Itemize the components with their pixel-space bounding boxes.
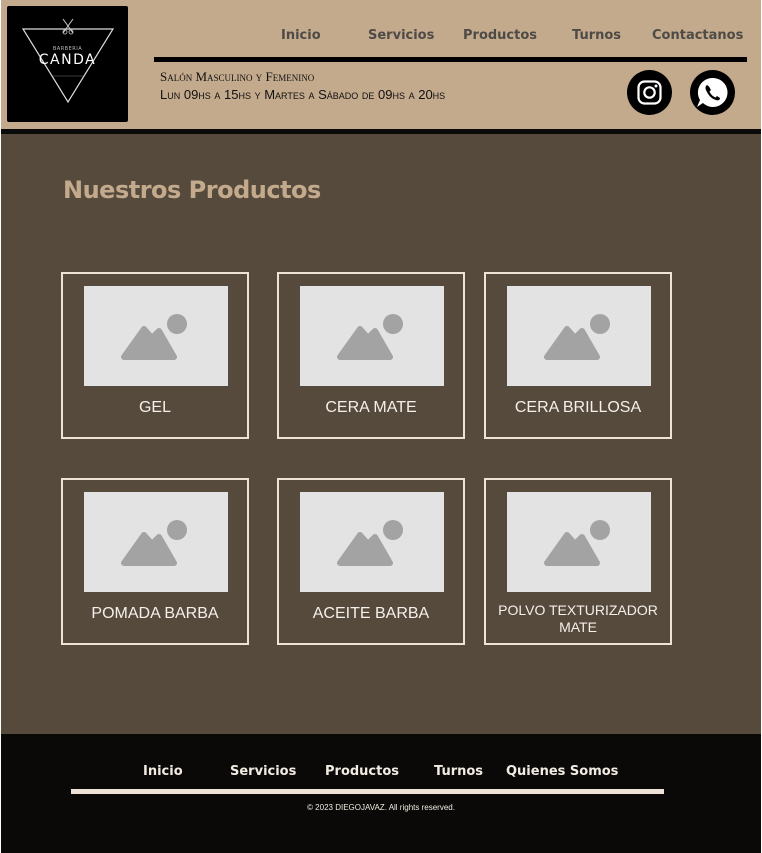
instagram-icon	[637, 80, 662, 105]
product-card-polvo-texturizador[interactable]: POLVO TEXTURIZADOR MATE	[484, 478, 672, 645]
nav-link-servicios[interactable]: Servicios	[368, 28, 434, 43]
product-name: CERA MATE	[325, 399, 417, 416]
nav-divider	[154, 57, 747, 62]
product-image	[84, 286, 228, 386]
site-header: BARBERIA CANDA Inicio Servicios Producto…	[1, 0, 761, 130]
image-placeholder-icon	[337, 314, 403, 360]
products-section: Nuestros Productos GEL CERA MATE CERA BR…	[1, 134, 761, 734]
product-name: CERA BRILLOSA	[514, 399, 642, 416]
footer-link-inicio[interactable]: Inicio	[143, 764, 183, 779]
salon-type-text: Salón Masculino y Femenino	[160, 69, 315, 84]
nav-link-inicio[interactable]: Inicio	[281, 28, 321, 43]
whatsapp-button[interactable]	[690, 70, 735, 115]
image-placeholder-icon	[337, 520, 403, 566]
footer-divider	[71, 789, 664, 794]
product-card-aceite-barba[interactable]: ACEITE BARBA	[277, 478, 465, 645]
opening-hours-text: Lun 09hs a 15hs y Martes a Sábado de 09h…	[160, 87, 446, 102]
product-card-cera-brillosa[interactable]: CERA BRILLOSA	[484, 272, 672, 439]
product-card-gel[interactable]: GEL	[61, 272, 249, 439]
product-image	[507, 492, 651, 592]
product-name: POMADA BARBA	[91, 605, 219, 622]
footer-link-productos[interactable]: Productos	[325, 764, 399, 779]
nav-link-contactanos[interactable]: Contactanos	[652, 28, 743, 43]
footer-link-turnos[interactable]: Turnos	[434, 764, 483, 779]
logo-name: CANDA	[38, 52, 97, 68]
nav-link-productos[interactable]: Productos	[463, 28, 537, 43]
image-placeholder-icon	[544, 314, 610, 360]
product-name: POLVO TEXTURIZADOR MATE	[498, 602, 658, 635]
image-placeholder-icon	[121, 520, 187, 566]
page: BARBERIA CANDA Inicio Servicios Producto…	[1, 0, 761, 853]
image-placeholder-icon	[121, 314, 187, 360]
product-image	[300, 286, 444, 386]
site-footer: Inicio Servicios Productos Turnos Quiene…	[1, 734, 761, 853]
section-title: Nuestros Productos	[63, 176, 321, 204]
product-image	[84, 492, 228, 592]
product-image	[300, 492, 444, 592]
barber-logo[interactable]: BARBERIA CANDA	[7, 6, 128, 122]
product-name: GEL	[138, 399, 171, 416]
image-placeholder-icon	[544, 520, 610, 566]
footer-link-quienes-somos[interactable]: Quienes Somos	[506, 764, 618, 779]
product-card-cera-mate[interactable]: CERA MATE	[277, 272, 465, 439]
product-card-pomada-barba[interactable]: POMADA BARBA	[61, 478, 249, 645]
whatsapp-icon	[697, 77, 728, 107]
nav-link-turnos[interactable]: Turnos	[572, 28, 621, 43]
copyright-text: © 2023 DIEGOJAVAZ. All rights reserved.	[307, 803, 455, 812]
product-name: ACEITE BARBA	[312, 605, 430, 622]
instagram-button[interactable]	[627, 70, 672, 115]
product-image	[507, 286, 651, 386]
footer-link-servicios[interactable]: Servicios	[230, 764, 296, 779]
